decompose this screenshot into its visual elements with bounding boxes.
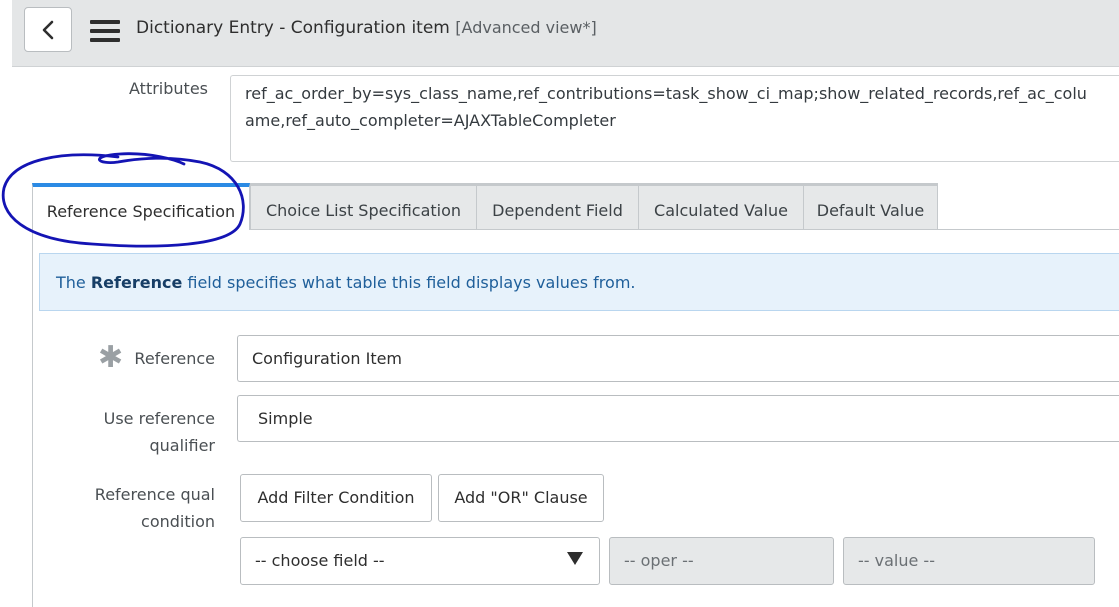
hamburger-menu-icon[interactable] [90,20,120,42]
value-input: -- value -- [843,537,1095,585]
use-reference-qualifier-select[interactable]: Simple [237,395,1119,442]
tab-reference-specification[interactable]: Reference Specification [32,183,250,230]
reference-input[interactable]: Configuration Item [237,335,1119,382]
reference-qual-condition-label: Reference qual condition [94,485,215,531]
attributes-line-2: ame,ref_auto_completer=AJAXTableComplete… [245,111,616,130]
info-message: The Reference field specifies what table… [39,253,1119,311]
attributes-line-1: ref_ac_order_by=sys_class_name,ref_contr… [245,84,1087,103]
tab-calculated-value[interactable]: Calculated Value [638,183,804,230]
dropdown-arrow-icon [567,552,583,565]
section-tabs: Reference Specification Choice List Spec… [32,183,938,230]
page-title: Dictionary Entry - Configuration item [A… [136,18,597,44]
info-highlight: Reference [90,273,183,292]
reference-label: Reference [134,349,215,368]
choose-field-select[interactable]: -- choose field -- [240,537,600,585]
attributes-label: Attributes [129,79,208,98]
form-title: Dictionary Entry - Configuration item [136,18,450,38]
asterisk-icon: ✱ [98,340,124,375]
attributes-textarea[interactable]: ref_ac_order_by=sys_class_name,ref_contr… [230,75,1119,162]
panel-border [32,229,33,607]
tab-dependent-field[interactable]: Dependent Field [476,183,639,230]
back-button[interactable] [24,7,72,52]
chevron-left-icon [42,20,54,40]
view-name[interactable]: [Advanced view*] [455,18,596,37]
operator-select: -- oper -- [609,537,834,585]
tab-choice-list-specification[interactable]: Choice List Specification [250,183,477,230]
tab-default-value[interactable]: Default Value [803,183,938,230]
use-reference-qualifier-label: Use reference qualifier [103,409,215,455]
add-or-clause-button[interactable]: Add "OR" Clause [438,474,604,522]
add-filter-condition-button[interactable]: Add Filter Condition [240,474,432,522]
